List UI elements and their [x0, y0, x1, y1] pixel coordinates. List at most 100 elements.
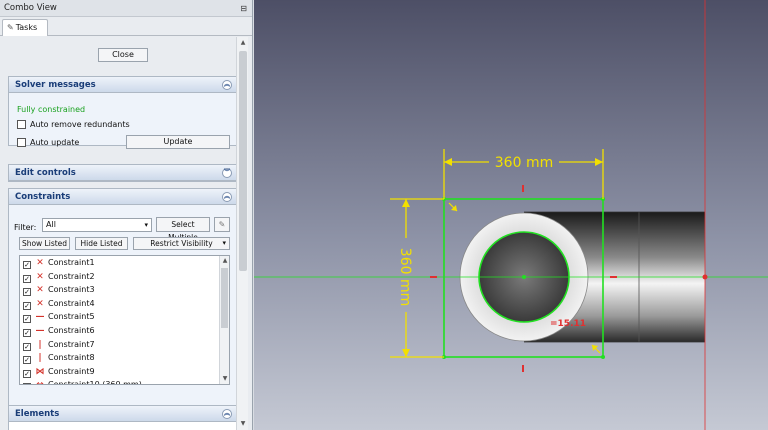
elements-title: Elements [15, 409, 60, 419]
constraint-checkbox[interactable]: ✓ [23, 369, 31, 378]
constraint-checkbox[interactable]: ✓ [23, 288, 31, 297]
solver-messages-header[interactable]: Solver messages ︽ [9, 77, 236, 93]
constraint-label: Constraint10 (360 mm) [48, 380, 142, 385]
coincident-icon: ✕ [36, 285, 44, 296]
close-button[interactable]: Close [98, 48, 148, 62]
collapse-icon[interactable]: ︽ [222, 80, 232, 90]
constraint-label: Constraint6 [48, 325, 95, 335]
vertical-icon: | [38, 353, 42, 364]
vertical-icon: | [38, 339, 42, 350]
combo-view-title: Combo View [4, 3, 57, 13]
horizontal-icon: — [35, 325, 45, 336]
edit-controls-panel: Edit controls ︾ [8, 164, 237, 182]
constraint-checkbox[interactable]: ✓ [23, 301, 31, 310]
corner-point[interactable] [601, 355, 605, 359]
constraint-label: Constraint8 [48, 353, 95, 363]
restrict-visibility-button[interactable]: Restrict Visibility ▾ [133, 237, 230, 250]
radius-label[interactable]: =15.11 [550, 319, 586, 329]
distance-icon: ↔ [35, 379, 45, 384]
combo-view-title-bar: Combo View ⊟ [0, 0, 252, 17]
constraint-checkbox[interactable]: ✓ [23, 328, 31, 337]
edit-controls-title: Edit controls [15, 168, 76, 178]
sketch-canvas[interactable]: =15.11 360 mm 360 mm [254, 0, 768, 430]
tasks-scrollbar[interactable]: ▲ ▼ [236, 37, 248, 430]
constraint-checkbox[interactable]: ✓ [23, 342, 31, 351]
constraint-label: Constraint1 [48, 258, 95, 267]
constraint-checkbox[interactable]: ✓ [23, 315, 31, 324]
constraint-row[interactable]: ✓ | Constraint7 [20, 338, 229, 352]
constraints-panel: Constraints ︽ Filter: All ▾ Select Multi… [8, 188, 237, 430]
scroll-down-icon[interactable]: ▼ [237, 418, 249, 430]
auto-remove-redundants-row[interactable]: Auto remove redundants [17, 120, 130, 129]
constraint-row[interactable]: ✓ — Constraint6 [20, 324, 229, 338]
solver-status: Fully constrained [17, 105, 86, 114]
tasks-area: Close Solver messages ︽ Fully constraine… [4, 37, 237, 430]
coincident-icon: ✕ [36, 258, 44, 268]
arrow-head [402, 199, 410, 207]
constraint-row[interactable]: ✓ ✕ Constraint1 [20, 256, 229, 270]
collapse-icon[interactable]: ︽ [222, 409, 232, 419]
constraint-checkbox[interactable]: ✓ [23, 261, 31, 269]
coincident-icon: ✕ [36, 298, 44, 309]
tab-tasks[interactable]: ✎ Tasks [2, 19, 48, 36]
float-panel-icon[interactable]: ⊟ [240, 0, 247, 17]
tab-bar: ✎ Tasks [0, 17, 252, 36]
filter-value: All [46, 220, 56, 229]
select-multiple-button[interactable]: Select Multiple [156, 217, 210, 242]
center-point[interactable] [522, 275, 526, 279]
scroll-thumb[interactable] [221, 268, 228, 328]
constraint-row[interactable]: ✓ | Constraint8 [20, 351, 229, 365]
scroll-down-icon[interactable]: ▼ [220, 374, 229, 384]
list-scrollbar[interactable]: ▲ ▼ [219, 256, 229, 384]
constraint-row[interactable]: ✓ ✕ Constraint3 [20, 283, 229, 297]
constraint-checkbox[interactable]: ✓ [23, 356, 31, 365]
constraint-checkbox[interactable]: ✓ [23, 274, 31, 283]
auto-update-checkbox[interactable] [17, 138, 26, 147]
constraint-label: Constraint5 [48, 312, 95, 322]
chevron-down-icon: ▾ [222, 239, 226, 247]
dimension-vertical-label[interactable]: 360 mm [397, 248, 413, 306]
constraint-checkbox[interactable]: ✓ [23, 383, 31, 384]
show-listed-button[interactable]: Show Listed [19, 237, 70, 250]
solver-messages-title: Solver messages [15, 80, 96, 90]
dimension-horizontal-label[interactable]: 360 mm [495, 155, 553, 171]
constraint-row[interactable]: ✓ ⋈ Constraint9 [20, 365, 229, 379]
auto-update-label: Auto update [30, 138, 80, 147]
axis-intersection-point [702, 274, 708, 280]
horizontal-icon: — [35, 312, 45, 323]
close-row: Close [4, 37, 236, 73]
constraint-row[interactable]: ✓ — Constraint5 [20, 310, 229, 324]
solver-messages-panel: Solver messages ︽ Fully constrained Auto… [8, 76, 237, 149]
constraint-row[interactable]: ✓ ↔Constraint10 (360 mm) [20, 378, 229, 385]
collapse-icon[interactable]: ︽ [222, 192, 232, 202]
3d-viewport[interactable]: =15.11 360 mm 360 mm [254, 0, 768, 430]
constraint-label: Constraint9 [48, 366, 95, 376]
constraint-row[interactable]: ✓ ✕ Constraint4 [20, 297, 229, 311]
edit-controls-header[interactable]: Edit controls ︾ [9, 165, 236, 181]
scroll-thumb[interactable] [239, 51, 247, 271]
coincident-icon: ✕ [36, 271, 44, 282]
brush-icon[interactable]: ✎ [214, 217, 230, 232]
elements-panel: Elements ︽ [8, 405, 237, 430]
pencil-icon: ✎ [7, 23, 14, 32]
auto-remove-redundants-label: Auto remove redundants [30, 120, 130, 129]
constraint-label: Constraint7 [48, 339, 95, 349]
combo-view: Combo View ⊟ ✎ Tasks Close Solver message… [0, 0, 253, 430]
elements-header[interactable]: Elements ︽ [9, 406, 236, 422]
constraint-label: Constraint4 [48, 298, 95, 308]
constraints-header[interactable]: Constraints ︽ [9, 189, 236, 205]
constraint-label: Constraint3 [48, 285, 95, 295]
hide-listed-button[interactable]: Hide Listed [75, 237, 128, 250]
constraint-label: Constraint2 [48, 271, 95, 281]
constraint-row[interactable]: ✓ ✕ Constraint2 [20, 270, 229, 284]
auto-update-row[interactable]: Auto update [17, 138, 79, 147]
update-button[interactable]: Update [126, 135, 230, 149]
tab-tasks-label: Tasks [15, 23, 38, 32]
restrict-visibility-label: Restrict Visibility [150, 239, 213, 248]
filter-select[interactable]: All ▾ [42, 218, 152, 232]
auto-remove-redundants-checkbox[interactable] [17, 120, 26, 129]
scroll-up-icon[interactable]: ▲ [220, 256, 229, 266]
constraint-list: ✓ ✕ Constraint1 ✓ ✕ Constraint2 ✓ ✕ Constraint3 ✓… [19, 255, 230, 385]
expand-icon[interactable]: ︾ [222, 168, 232, 178]
scroll-up-icon[interactable]: ▲ [237, 37, 249, 49]
